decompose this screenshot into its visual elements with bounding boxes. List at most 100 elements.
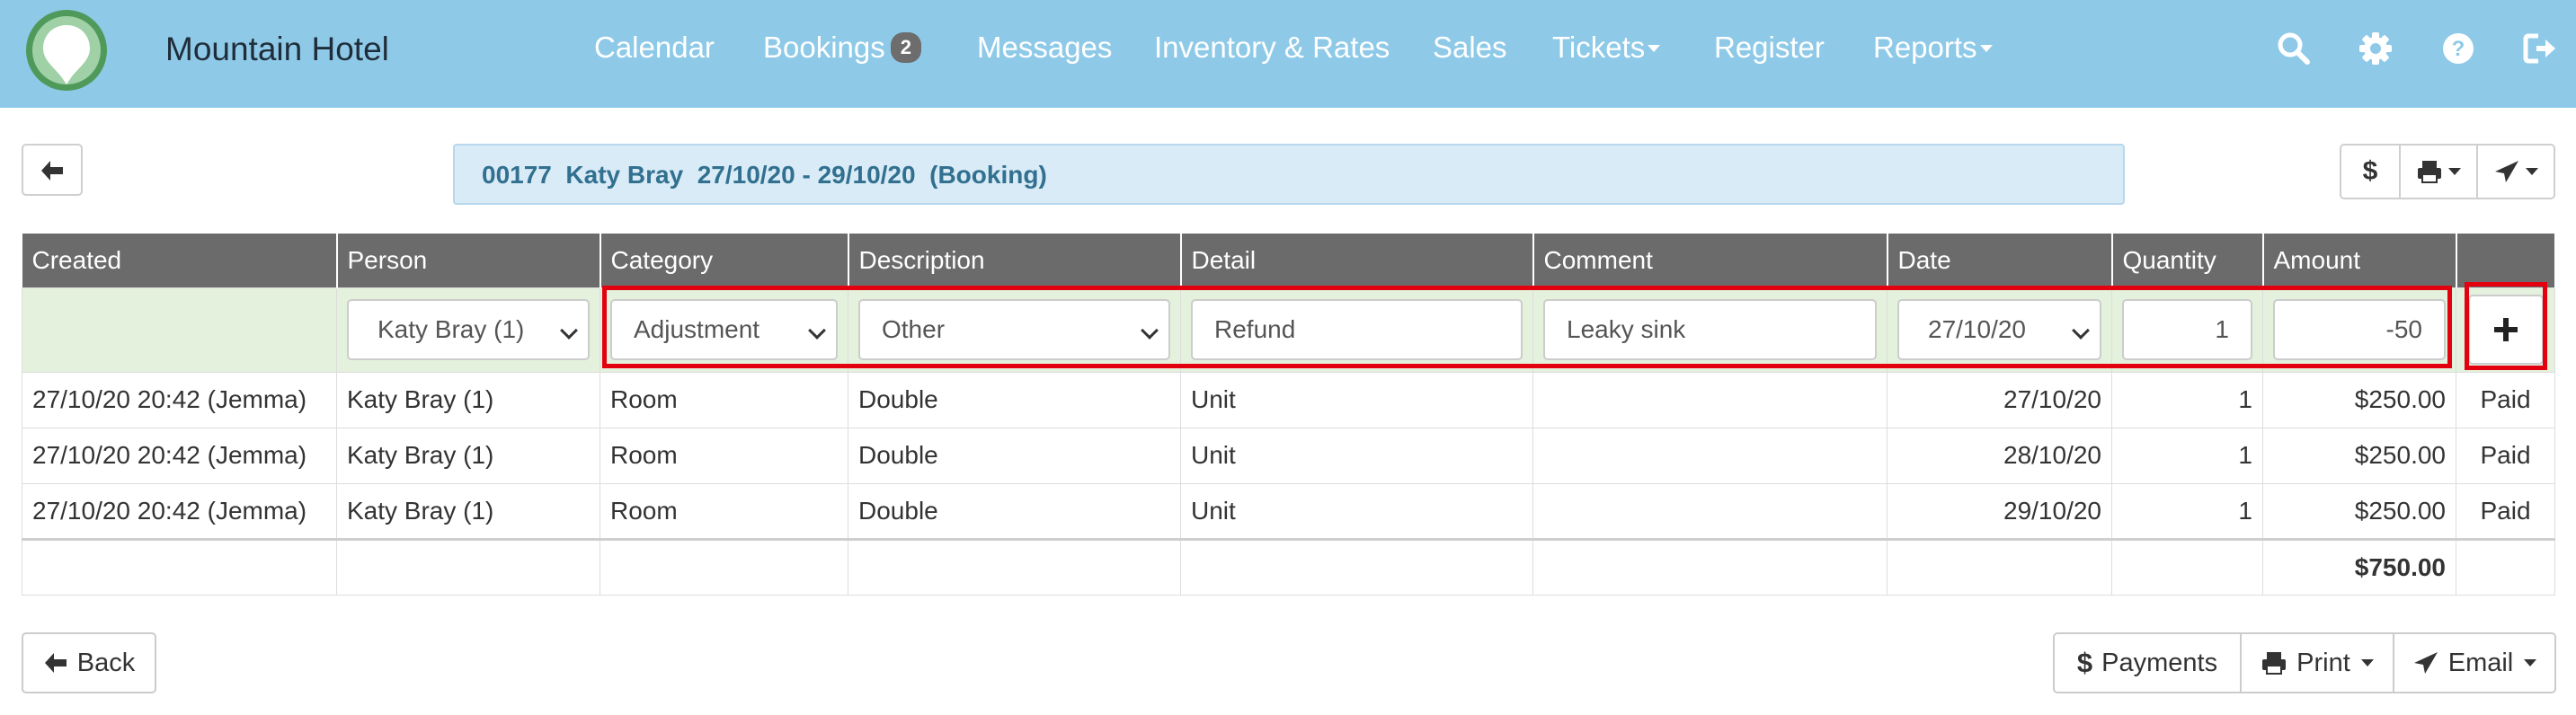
print-button-label: Print (2296, 648, 2350, 677)
table-header-row: Created Person Category Description Deta… (22, 234, 2556, 287)
total-empty-cell (2456, 537, 2555, 596)
created-cell: 27/10/20 20:42 (Jemma) (22, 427, 337, 484)
nav-messages[interactable]: Messages (977, 31, 1112, 65)
detail-cell: Unit (1180, 427, 1533, 484)
nav-bookings[interactable]: Bookings 2 (763, 31, 922, 65)
header-created[interactable]: Created (22, 234, 338, 287)
header-date[interactable]: Date (1887, 234, 2113, 287)
nav-calendar[interactable]: Calendar (594, 31, 715, 65)
nav-reports-label: Reports (1873, 31, 1977, 64)
detail-input[interactable]: Refund (1191, 299, 1523, 360)
total-empty-cell (1532, 537, 1888, 596)
header-detail[interactable]: Detail (1180, 234, 1534, 287)
category-select[interactable]: Adjustment (610, 299, 838, 360)
footer-button-group: $ Payments Print Email (2053, 632, 2556, 693)
logout-icon[interactable] (2522, 31, 2558, 66)
person-cell: Katy Bray (1) (336, 371, 600, 428)
email-button-label: Email (2447, 648, 2514, 677)
chevron-down-icon (2526, 168, 2538, 175)
print-button[interactable]: Print (2240, 632, 2394, 693)
help-icon[interactable]: ? (2440, 31, 2476, 66)
booking-info-bar: 00177 Katy Bray 27/10/20 - 29/10/20 (Boo… (453, 144, 2125, 205)
quantity-input[interactable]: 1 (2122, 299, 2252, 360)
comment-input-value: Leaky sink (1567, 315, 1686, 343)
quantity-cell: 1 (2111, 427, 2263, 484)
app-title[interactable]: Mountain Hotel (165, 31, 389, 68)
chevron-down-icon (2524, 659, 2537, 666)
payments-button[interactable]: $ Payments (2053, 632, 2242, 693)
printer-icon (2418, 161, 2441, 183)
back-button-label: Back (76, 648, 136, 677)
amount-input-value: -50 (2385, 315, 2422, 343)
payments-button-label: Payments (2101, 648, 2218, 677)
action-button-group: $ (2340, 144, 2555, 199)
person-cell: Katy Bray (1) (336, 427, 600, 484)
nav-inventory-rates[interactable]: Inventory & Rates (1154, 31, 1390, 65)
send-dropdown-button[interactable] (2478, 146, 2554, 198)
date-cell: 27/10/20 (1887, 371, 2112, 428)
detail-cell: Unit (1180, 482, 1533, 540)
header-quantity[interactable]: Quantity (2111, 234, 2264, 287)
nav-reports[interactable]: Reports (1873, 31, 1993, 65)
person-select-value: Katy Bray (1) (378, 315, 525, 343)
created-cell: 27/10/20 20:42 (Jemma) (22, 371, 337, 428)
date-cell: 28/10/20 (1887, 427, 2112, 484)
arrow-left-icon (44, 653, 67, 673)
amount-cell: $250.00 (2262, 371, 2456, 428)
description-select[interactable]: Other (858, 299, 1170, 360)
email-button[interactable]: Email (2393, 632, 2556, 693)
description-cell: Double (848, 482, 1181, 540)
description-cell: Double (848, 427, 1181, 484)
header-category[interactable]: Category (600, 234, 849, 287)
table-row: 27/10/20 20:42 (Jemma) Katy Bray (1) Roo… (22, 427, 2555, 484)
total-empty-cell (600, 537, 848, 596)
entry-detail-cell: Refund (1180, 287, 1533, 373)
back-arrow-button[interactable] (22, 144, 83, 196)
person-select[interactable]: Katy Bray (1) (347, 299, 590, 360)
entry-person-cell: Katy Bray (1) (336, 287, 600, 373)
date-select[interactable]: 27/10/20 (1897, 299, 2101, 360)
comment-cell (1532, 427, 1888, 484)
chevron-down-icon (1648, 45, 1661, 52)
search-icon[interactable] (2276, 31, 2312, 66)
send-icon (2495, 161, 2518, 182)
print-dropdown-button[interactable] (2401, 146, 2478, 198)
dollar-button[interactable]: $ (2341, 146, 2401, 198)
quantity-input-value: 1 (2215, 315, 2229, 343)
created-cell: 27/10/20 20:42 (Jemma) (22, 482, 337, 540)
comment-cell (1532, 482, 1888, 540)
top-navbar: Mountain Hotel Calendar Bookings 2 Messag… (0, 0, 2576, 108)
comment-input[interactable]: Leaky sink (1543, 299, 1877, 360)
header-description[interactable]: Description (848, 234, 1182, 287)
arrow-left-icon (41, 161, 63, 181)
nav-register[interactable]: Register (1714, 31, 1825, 65)
entry-description-cell: Other (848, 287, 1181, 373)
comment-cell (1532, 371, 1888, 428)
status-cell: Paid (2456, 427, 2555, 484)
back-button[interactable]: Back (22, 632, 156, 693)
category-cell: Room (600, 427, 848, 484)
total-empty-cell (848, 537, 1181, 596)
send-icon (2413, 652, 2438, 674)
entry-add-cell (2456, 287, 2555, 373)
status-cell: Paid (2456, 371, 2555, 428)
nav-bookings-label: Bookings (763, 31, 885, 64)
header-person[interactable]: Person (336, 234, 601, 287)
add-item-button[interactable] (2467, 295, 2544, 365)
nav-sales[interactable]: Sales (1433, 31, 1507, 65)
bookings-count-badge: 2 (890, 32, 922, 63)
amount-input[interactable]: -50 (2273, 299, 2446, 360)
printer-icon (2262, 652, 2287, 675)
detail-input-value: Refund (1214, 315, 1296, 343)
quantity-cell: 1 (2111, 482, 2263, 540)
total-amount: $750.00 (2262, 537, 2456, 596)
gear-icon[interactable] (2358, 31, 2394, 66)
chevron-down-icon (2448, 168, 2461, 175)
header-comment[interactable]: Comment (1532, 234, 1888, 287)
header-amount[interactable]: Amount (2262, 234, 2457, 287)
entry-category-cell: Adjustment (600, 287, 848, 373)
date-select-value: 27/10/20 (1928, 315, 2026, 343)
hotel-logo-icon[interactable] (25, 9, 108, 92)
nav-tickets[interactable]: Tickets (1552, 31, 1661, 65)
header-actions (2456, 234, 2556, 287)
